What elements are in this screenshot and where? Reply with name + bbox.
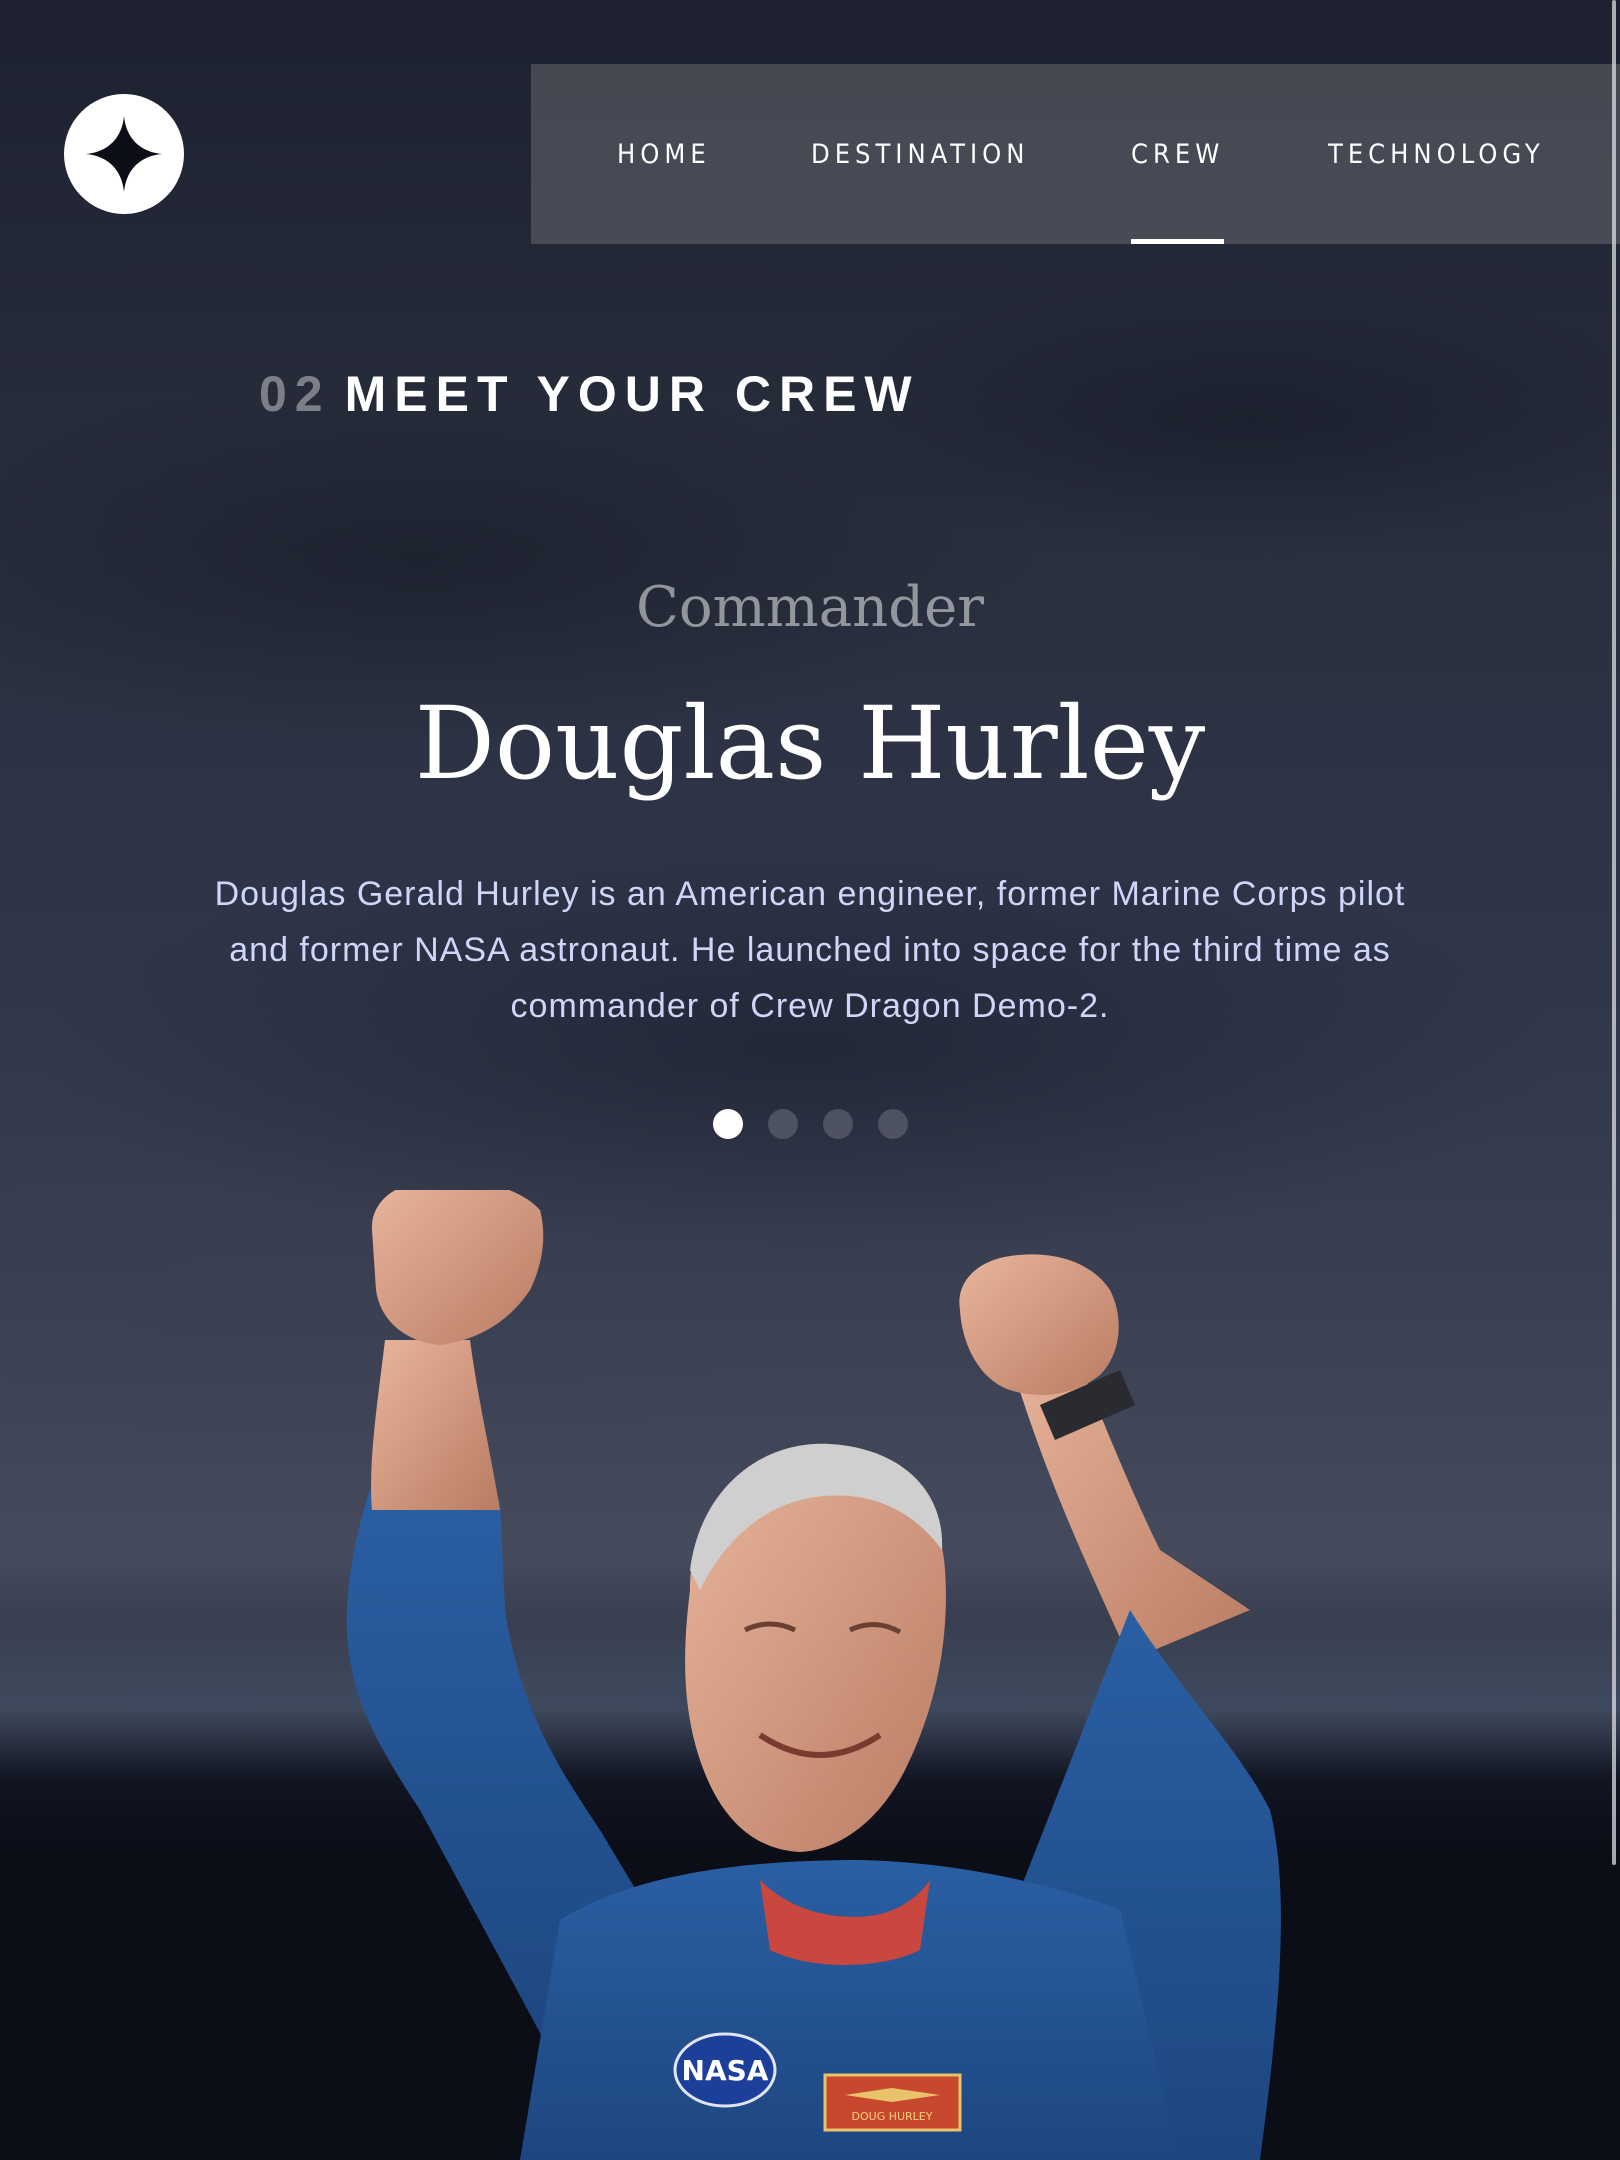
- crew-name: Douglas Hurley: [414, 685, 1206, 802]
- nav-destination-label: DESTINATION: [811, 138, 1030, 170]
- slide-dot-4[interactable]: [878, 1109, 908, 1139]
- slide-dot-3[interactable]: [823, 1109, 853, 1139]
- page-number: 02: [259, 366, 331, 422]
- nav-home[interactable]: HOME: [617, 64, 711, 244]
- slide-dot-2[interactable]: [768, 1109, 798, 1139]
- nav-crew[interactable]: CREW: [1131, 64, 1225, 244]
- nav-destination[interactable]: DESTINATION: [811, 64, 1029, 244]
- nav-technology[interactable]: TECHNOLOGY: [1328, 64, 1545, 244]
- slide-dot-1[interactable]: [713, 1109, 743, 1139]
- nav-crew-label: CREW: [1131, 138, 1225, 170]
- name-tag-text: DOUG HURLEY: [852, 2110, 933, 2123]
- nav-home-label: HOME: [617, 138, 711, 170]
- page-title: MEET YOUR CREW: [344, 366, 920, 422]
- left-fist: [371, 1190, 544, 1345]
- left-forearm: [371, 1340, 500, 1510]
- crew-bio: Douglas Gerald Hurley is an American eng…: [214, 875, 1406, 1025]
- slide-indicators: [713, 1109, 908, 1139]
- nasa-patch-text: NASA: [682, 2054, 769, 2087]
- right-fist: [959, 1254, 1119, 1395]
- star-icon: [86, 116, 162, 192]
- logo-star-icon[interactable]: [64, 94, 184, 214]
- page-heading: 02 MEET YOUR CREW: [259, 365, 920, 425]
- main-nav: HOME DESTINATION CREW TECHNOLOGY: [531, 64, 1620, 244]
- nav-technology-label: TECHNOLOGY: [1328, 138, 1545, 170]
- crew-photo: NASA DOUG HURLEY: [346, 1190, 1281, 2160]
- crew-role: Commander: [636, 575, 984, 640]
